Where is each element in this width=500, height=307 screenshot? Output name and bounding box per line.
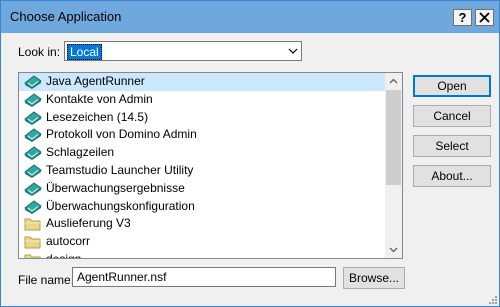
close-icon — [479, 12, 490, 23]
list-item-label: Teamstudio Launcher Utility — [46, 162, 194, 177]
list-item-label: autocorr — [46, 234, 91, 249]
look-in-label: Look in: — [18, 45, 61, 59]
file-name-field[interactable]: AgentRunner.nsf — [72, 267, 336, 287]
scroll-down-icon[interactable] — [385, 241, 402, 258]
notes-database-icon — [24, 146, 42, 161]
scroll-up-icon[interactable] — [385, 73, 402, 90]
notes-database-icon — [24, 182, 42, 196]
list-item-label: Schlagzeilen — [46, 145, 115, 160]
vertical-scrollbar[interactable] — [385, 73, 402, 258]
look-in-value: Local — [67, 44, 102, 60]
list-item[interactable]: design — [19, 251, 385, 259]
list-item[interactable]: Überwachungsergebnisse — [19, 180, 385, 198]
list-item-label: design — [46, 251, 82, 259]
folder-icon — [24, 218, 41, 231]
notes-database-icon — [24, 199, 42, 214]
list-item-label: Java AgentRunner — [46, 74, 145, 88]
list-item[interactable]: Überwachungskonfiguration — [19, 198, 385, 216]
list-item-label: Lesezeichen (14.5) — [46, 109, 149, 124]
notes-database-icon — [24, 164, 42, 178]
chevron-down-icon[interactable] — [287, 44, 299, 58]
list-item-label: Kontakte von Admin — [46, 91, 153, 106]
browse-button[interactable]: Browse... — [343, 267, 405, 289]
look-in-dropdown[interactable]: Local — [64, 41, 302, 61]
list-item-label: Überwachungskonfiguration — [46, 198, 195, 213]
choose-application-dialog: Choose Application ? Look in: Local Java… — [0, 0, 500, 307]
list-item[interactable]: Auslieferung V3 — [19, 215, 385, 233]
window-title: Choose Application — [10, 9, 122, 24]
notes-database-icon — [24, 128, 42, 143]
notes-database-icon — [24, 75, 42, 89]
list-item-label: Überwachungsergebnisse — [46, 180, 185, 195]
list-item[interactable]: autocorr — [19, 233, 385, 251]
list-item[interactable]: Schlagzeilen — [19, 144, 385, 162]
list-items: Java AgentRunner Kontakte von Admin Leseze… — [19, 73, 385, 259]
folder-icon — [24, 254, 41, 258]
open-button[interactable]: Open — [413, 75, 491, 97]
title-bar[interactable]: Choose Application ? — [1, 1, 499, 33]
application-list[interactable]: Java AgentRunner Kontakte von Admin Leseze… — [18, 72, 403, 259]
resize-grip-icon[interactable] — [486, 293, 498, 305]
scrollbar-thumb[interactable] — [386, 90, 401, 185]
select-button[interactable]: Select — [413, 135, 491, 157]
help-button[interactable]: ? — [453, 9, 472, 26]
notes-database-icon — [24, 110, 42, 125]
list-item-label: Protokoll von Domino Admin — [46, 127, 197, 142]
list-item[interactable]: Kontakte von Admin — [19, 91, 385, 109]
file-name-label: File name: — [18, 273, 75, 287]
about-button[interactable]: About... — [413, 165, 491, 187]
list-item[interactable]: Lesezeichen (14.5) — [19, 109, 385, 127]
list-item[interactable]: Protokoll von Domino Admin — [19, 126, 385, 144]
notes-database-icon — [24, 93, 42, 107]
close-button[interactable] — [475, 9, 494, 26]
dialog-body: Look in: Local Java AgentRunner Kontakte … — [1, 33, 499, 306]
list-item[interactable]: Teamstudio Launcher Utility — [19, 162, 385, 180]
cancel-button[interactable]: Cancel — [413, 105, 491, 127]
list-item-label: Auslieferung V3 — [46, 216, 131, 231]
folder-icon — [24, 236, 41, 249]
list-item[interactable]: Java AgentRunner — [19, 73, 385, 91]
